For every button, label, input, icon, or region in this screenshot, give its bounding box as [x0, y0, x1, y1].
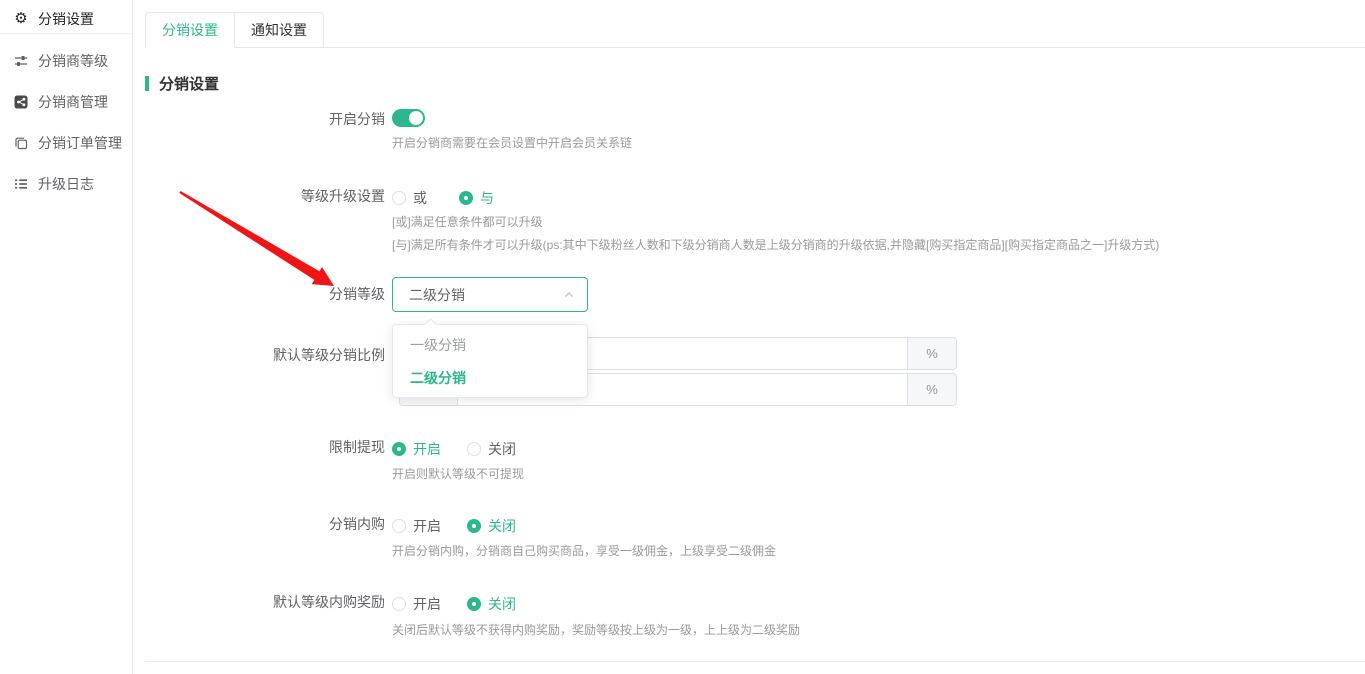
sidebar-item-upgrade-log[interactable]: 升级日志	[0, 163, 132, 204]
share-icon	[13, 94, 29, 110]
withdraw-limit-help: 开启则默认等级不可提现	[392, 467, 524, 481]
radio-label: 开启	[413, 439, 441, 459]
enable-distribution-help: 开启分销商需要在会员设置中开启会员关系链	[392, 136, 632, 150]
sidebar-item-distributor-levels[interactable]: 分销商等级	[0, 40, 132, 81]
purchase-reward-radio-group: 开启 关闭	[392, 594, 516, 614]
section-accent-bar	[145, 76, 149, 91]
radio-option-and[interactable]: 与	[459, 188, 494, 208]
radio-option-off[interactable]: 关闭	[467, 594, 516, 614]
radio-option-or[interactable]: 或	[392, 188, 427, 208]
page-title: 分销设置	[159, 73, 219, 94]
percent-suffix: %	[907, 374, 956, 405]
radio-label: 关闭	[488, 516, 516, 536]
bottom-divider	[145, 661, 1365, 662]
internal-purchase-radio-group: 开启 关闭	[392, 516, 516, 536]
field-label-purchase-reward: 默认等级内购奖励	[145, 594, 392, 610]
radio-icon	[392, 191, 406, 205]
radio-option-off[interactable]: 关闭	[467, 439, 516, 459]
gear-icon: ⚙	[13, 11, 29, 27]
dropdown-option-level2[interactable]: 二级分销	[393, 362, 587, 395]
level-dropdown-panel: 一级分销 二级分销	[392, 324, 588, 398]
sidebar-item-distributor-management[interactable]: 分销商管理	[0, 81, 132, 122]
internal-purchase-help: 开启分销内购，分销商自己购买商品，享受一级佣金，上级享受二级佣金	[392, 544, 776, 558]
sidebar-item-label: 分销商等级	[38, 51, 108, 71]
withdraw-limit-radio-group: 开启 关闭	[392, 439, 516, 459]
radio-icon	[392, 597, 406, 611]
percent-suffix: %	[907, 338, 956, 369]
field-label-enable-distribution: 开启分销	[145, 111, 392, 127]
radio-label: 关闭	[488, 594, 516, 614]
sidebar-item-distribution-settings[interactable]: ⚙ 分销设置	[0, 4, 132, 33]
radio-icon	[392, 442, 406, 456]
sidebar-item-distribution-orders[interactable]: 分销订单管理	[0, 122, 132, 163]
radio-label: 开启	[413, 516, 441, 536]
sidebar-item-label: 升级日志	[38, 174, 94, 194]
sliders-icon	[13, 53, 29, 69]
radio-label: 或	[413, 188, 427, 208]
copy-icon	[13, 135, 29, 151]
upgrade-setting-help-2: [与]满足所有条件才可以升级(ps:其中下级粉丝人数和下级分销商人数是上级分销商…	[392, 238, 1159, 252]
distribution-level-select[interactable]: 二级分销	[392, 277, 588, 312]
distribution-settings-page: ⚙ 分销设置 分销商等级	[0, 0, 1365, 674]
tab-notification-settings[interactable]: 通知设置	[235, 12, 324, 48]
section-header: 分销设置	[145, 73, 219, 94]
radio-label: 开启	[413, 594, 441, 614]
radio-icon	[459, 191, 473, 205]
tab-bar: 分销设置 通知设置	[145, 12, 1365, 48]
field-label-distribution-level: 分销等级	[145, 286, 392, 302]
radio-label: 与	[480, 188, 494, 208]
toggle-knob	[409, 111, 423, 125]
radio-option-on[interactable]: 开启	[392, 516, 441, 536]
radio-option-on[interactable]: 开启	[392, 594, 441, 614]
selected-value: 二级分销	[393, 285, 563, 305]
upgrade-setting-help-1: [或]满足任意条件都可以升级	[392, 215, 543, 229]
radio-icon	[467, 519, 481, 533]
radio-option-on[interactable]: 开启	[392, 439, 441, 459]
radio-option-off[interactable]: 关闭	[467, 516, 516, 536]
radio-icon	[467, 597, 481, 611]
chevron-up-icon	[563, 289, 575, 301]
field-label-withdraw-limit: 限制提现	[145, 439, 392, 455]
radio-icon	[392, 519, 406, 533]
sidebar-divider	[0, 33, 132, 34]
sidebar: ⚙ 分销设置 分销商等级	[0, 0, 133, 674]
upgrade-setting-radio-group: 或 与	[392, 188, 494, 208]
radio-label: 关闭	[488, 439, 516, 459]
enable-distribution-toggle[interactable]	[392, 109, 425, 127]
field-label-upgrade-setting: 等级升级设置	[145, 188, 392, 204]
sidebar-item-label: 分销设置	[38, 9, 94, 29]
list-icon	[13, 176, 29, 192]
field-label-default-ratio: 默认等级分销比例	[145, 347, 392, 363]
tab-distribution-settings[interactable]: 分销设置	[145, 12, 235, 48]
dropdown-option-level1[interactable]: 一级分销	[393, 329, 587, 362]
field-label-internal-purchase: 分销内购	[145, 516, 392, 532]
radio-icon	[467, 442, 481, 456]
purchase-reward-help: 关闭后默认等级不获得内购奖励，奖励等级按上级为一级，上上级为二级奖励	[392, 623, 800, 637]
sidebar-item-label: 分销订单管理	[38, 133, 122, 153]
sidebar-item-label: 分销商管理	[38, 92, 108, 112]
